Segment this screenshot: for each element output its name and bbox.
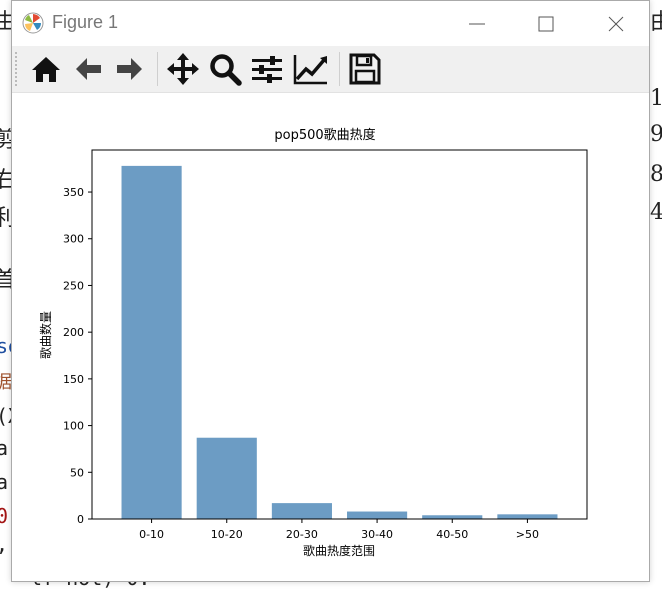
close-button[interactable] xyxy=(581,1,651,46)
x-tick-label: 10-20 xyxy=(211,528,243,541)
background-glyph: 利 xyxy=(0,200,11,232)
save-button[interactable] xyxy=(347,51,383,87)
background-glyph: 9 xyxy=(650,122,662,147)
toolbar-grip[interactable] xyxy=(15,52,20,86)
matplotlib-logo-icon xyxy=(22,12,44,34)
bar-20-30 xyxy=(271,503,332,519)
bar-10-20 xyxy=(196,437,257,519)
maximize-button[interactable] xyxy=(511,1,581,46)
background-glyph: ar xyxy=(0,470,11,494)
y-tick-label: 100 xyxy=(63,420,84,433)
x-tick-label: 40-50 xyxy=(436,528,468,541)
toolbar-separator xyxy=(339,52,340,86)
configure-subplots-icon xyxy=(252,56,282,83)
maximize-icon xyxy=(538,16,554,31)
x-tick-label: >50 xyxy=(516,528,539,541)
background-glyph: 右 xyxy=(0,162,11,194)
background-glyph: 1 xyxy=(650,86,662,111)
bar-40-50 xyxy=(422,515,483,519)
x-tick-label: 30-40 xyxy=(361,528,393,541)
y-tick-label: 150 xyxy=(63,373,84,386)
y-tick-label: 0 xyxy=(77,513,84,526)
title-bar[interactable]: Figure 1 xyxy=(12,1,649,46)
background-glyph: 由 xyxy=(650,10,662,35)
configure-subplots-button[interactable] xyxy=(249,51,285,87)
chart-title: pop500歌曲热度 xyxy=(274,127,375,143)
y-tick-label: 350 xyxy=(63,186,84,199)
edit-axis-icon xyxy=(293,55,327,85)
bar-30-40 xyxy=(347,511,408,519)
pan-move-icon xyxy=(167,53,199,85)
background-glyph: (X xyxy=(0,404,11,428)
window-title: Figure 1 xyxy=(52,12,119,32)
edit-axis-button[interactable] xyxy=(293,51,329,87)
forward-arrow-icon xyxy=(117,58,142,80)
close-icon xyxy=(608,16,624,31)
background-glyph: 剪 xyxy=(0,122,11,154)
background-glyph: 据 xyxy=(0,372,11,393)
y-axis-label: 歌曲数量 xyxy=(38,311,53,359)
navigation-toolbar xyxy=(12,46,649,93)
background-glyph: se xyxy=(0,334,11,358)
background-glyph: 4 xyxy=(650,200,662,225)
background-editor: 由 剪 右 利 首 se 据 (X ar ar 0 , xyxy=(0,0,11,582)
background-glyph: 0 xyxy=(0,504,9,528)
x-axis-label: 歌曲热度范围 xyxy=(303,543,375,558)
home-button[interactable] xyxy=(28,51,64,87)
minimize-button[interactable] xyxy=(442,1,512,46)
zoom-magnifier-icon xyxy=(210,54,242,86)
x-tick-label: 20-30 xyxy=(286,528,318,541)
bar-chart: pop500歌曲热度 0 50 100 150 200 250 300 350 0-10 10-… xyxy=(38,127,588,558)
y-tick-label: 250 xyxy=(63,279,84,292)
background-glyph: 首 xyxy=(0,262,11,294)
figure-window: Figure 1 pop500歌曲热度 0 50 100 150 200 250… xyxy=(11,0,650,582)
bar->50 xyxy=(497,514,558,519)
pan-button[interactable] xyxy=(165,51,201,87)
forward-button[interactable] xyxy=(112,51,148,87)
background-glyph: 由 xyxy=(0,4,11,36)
y-tick-label: 50 xyxy=(70,466,84,479)
y-tick-label: 200 xyxy=(63,326,84,339)
minimize-icon xyxy=(469,23,485,24)
back-arrow-icon xyxy=(76,58,101,80)
background-editor-right: 由 1 9 8 4 xyxy=(650,0,662,582)
figure-canvas[interactable]: pop500歌曲热度 0 50 100 150 200 250 300 350 0-10 10-… xyxy=(12,93,649,581)
x-tick-label: 0-10 xyxy=(139,528,164,541)
zoom-button[interactable] xyxy=(207,51,243,87)
background-glyph: 8 xyxy=(650,162,662,187)
back-button[interactable] xyxy=(70,51,106,87)
y-tick-label: 300 xyxy=(63,233,84,246)
background-glyph: , xyxy=(0,532,8,556)
toolbar-separator xyxy=(157,52,158,86)
bar-0-10 xyxy=(121,165,182,519)
background-glyph: ar xyxy=(0,436,11,460)
home-icon xyxy=(32,57,60,82)
save-floppy-icon xyxy=(349,53,381,85)
